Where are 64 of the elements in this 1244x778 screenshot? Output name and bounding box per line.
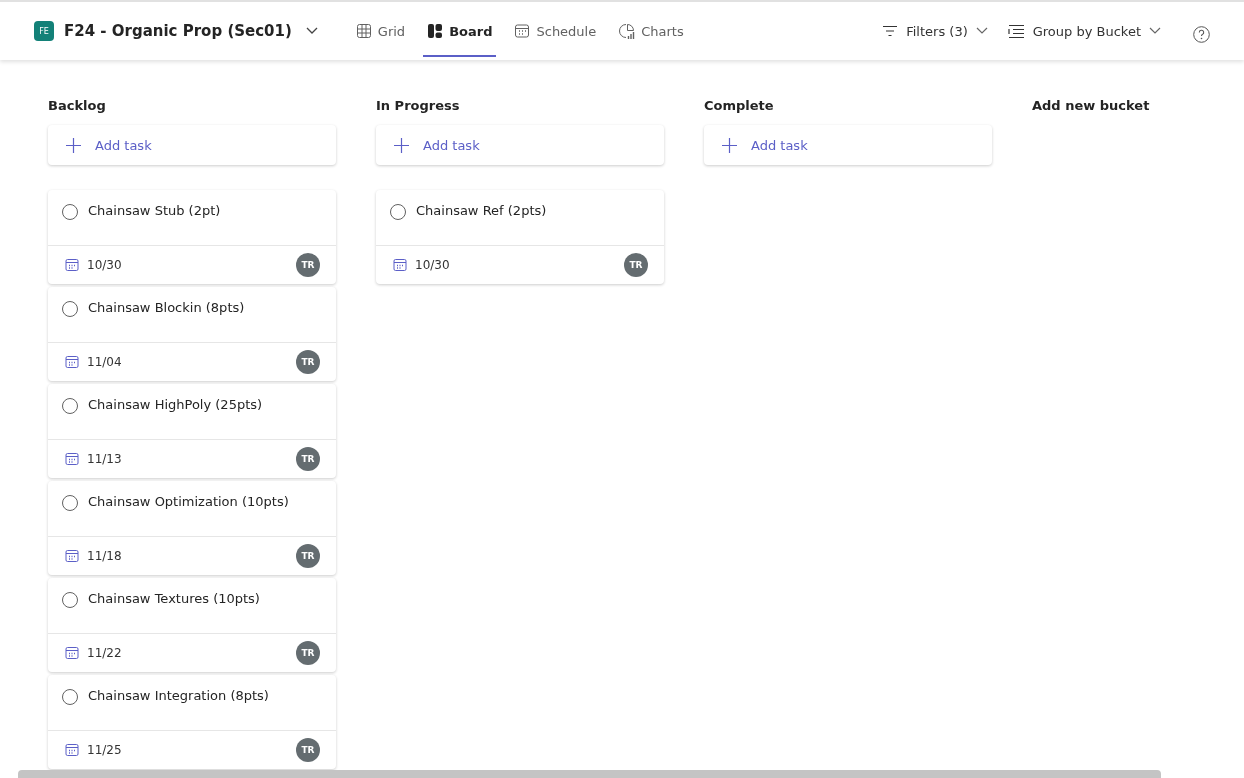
add-task-button[interactable]: Add task (48, 125, 336, 165)
task-title: Chainsaw Blockin (8pts) (88, 300, 245, 315)
group-by-button[interactable]: Group by Bucket (1007, 23, 1161, 39)
task-title: Chainsaw Ref (2pts) (416, 203, 547, 218)
task-card[interactable]: Chainsaw Stub (2pt) 10/30 TR (48, 190, 336, 284)
avatar[interactable]: TR (296, 544, 320, 568)
bucket-title: In Progress (376, 98, 461, 113)
avatar[interactable]: TR (296, 738, 320, 762)
plus-icon (66, 137, 81, 153)
due-date: 10/30 (415, 258, 451, 272)
calendar-icon (65, 355, 79, 369)
task-card[interactable]: Chainsaw Integration (8pts) 11/25 TR (48, 675, 336, 769)
task-card[interactable]: Chainsaw HighPoly (25pts) 11/13 TR (48, 384, 336, 478)
task-card[interactable]: Chainsaw Blockin (8pts) 11/04 TR (48, 287, 336, 381)
view-tab[interactable]: Board (423, 5, 497, 57)
help-icon[interactable] (1193, 25, 1210, 43)
chevron-down-icon (1149, 27, 1161, 35)
task-title: Chainsaw Textures (10pts) (88, 591, 260, 606)
task-title: Chainsaw HighPoly (25pts) (88, 397, 263, 412)
task-title: Chainsaw Integration (8pts) (88, 688, 269, 703)
avatar[interactable]: TR (296, 447, 320, 471)
horizontal-scrollbar[interactable] (18, 770, 1161, 778)
filters-button[interactable]: Filters (3) (882, 23, 988, 39)
avatar[interactable]: TR (296, 641, 320, 665)
plus-icon (394, 137, 409, 153)
grid-icon (355, 23, 372, 39)
plus-icon (722, 137, 737, 153)
task-title: Chainsaw Optimization (10pts) (88, 494, 289, 509)
task-card[interactable]: Chainsaw Textures (10pts) 11/22 TR (48, 578, 336, 672)
bucket-title: Backlog (48, 98, 107, 113)
task-card[interactable]: Chainsaw Optimization (10pts) 11/18 TR (48, 481, 336, 575)
calendar-icon (65, 646, 79, 660)
plan-badge: FE (34, 21, 54, 41)
list-icon (1007, 23, 1025, 39)
due-date: 10/30 (87, 258, 123, 272)
plan-title-dropdown[interactable]: F24 - Organic Prop (Sec01) (64, 22, 318, 40)
due-date: 11/18 (87, 549, 123, 563)
add-task-button[interactable]: Add task (376, 125, 664, 165)
board-icon (427, 23, 444, 39)
view-tab[interactable]: Schedule (510, 5, 601, 57)
calendar-icon (393, 258, 407, 272)
chevron-down-icon (975, 27, 988, 35)
calendar-icon (65, 549, 79, 563)
add-bucket-link[interactable]: Add new bucket (1032, 98, 1232, 113)
calendar-icon (65, 743, 79, 757)
avatar[interactable]: TR (296, 350, 320, 374)
avatar[interactable]: TR (624, 253, 648, 277)
chevron-down-icon (305, 27, 318, 35)
view-tab[interactable]: Grid (351, 5, 410, 57)
avatar[interactable]: TR (296, 253, 320, 277)
due-date: 11/25 (87, 743, 123, 757)
calendar-icon (514, 23, 531, 39)
due-date: 11/22 (87, 646, 123, 660)
due-date: 11/13 (87, 452, 123, 466)
task-card[interactable]: Chainsaw Ref (2pts) 10/30 TR (376, 190, 664, 284)
due-date: 11/04 (87, 355, 123, 369)
view-tab[interactable]: Charts (614, 5, 688, 57)
bucket-title: Complete (704, 98, 775, 113)
calendar-icon (65, 452, 79, 466)
filter-icon (882, 25, 899, 37)
add-task-button[interactable]: Add task (704, 125, 992, 165)
chart-icon (618, 22, 636, 40)
task-title: Chainsaw Stub (2pt) (88, 203, 221, 218)
calendar-icon (65, 258, 79, 272)
